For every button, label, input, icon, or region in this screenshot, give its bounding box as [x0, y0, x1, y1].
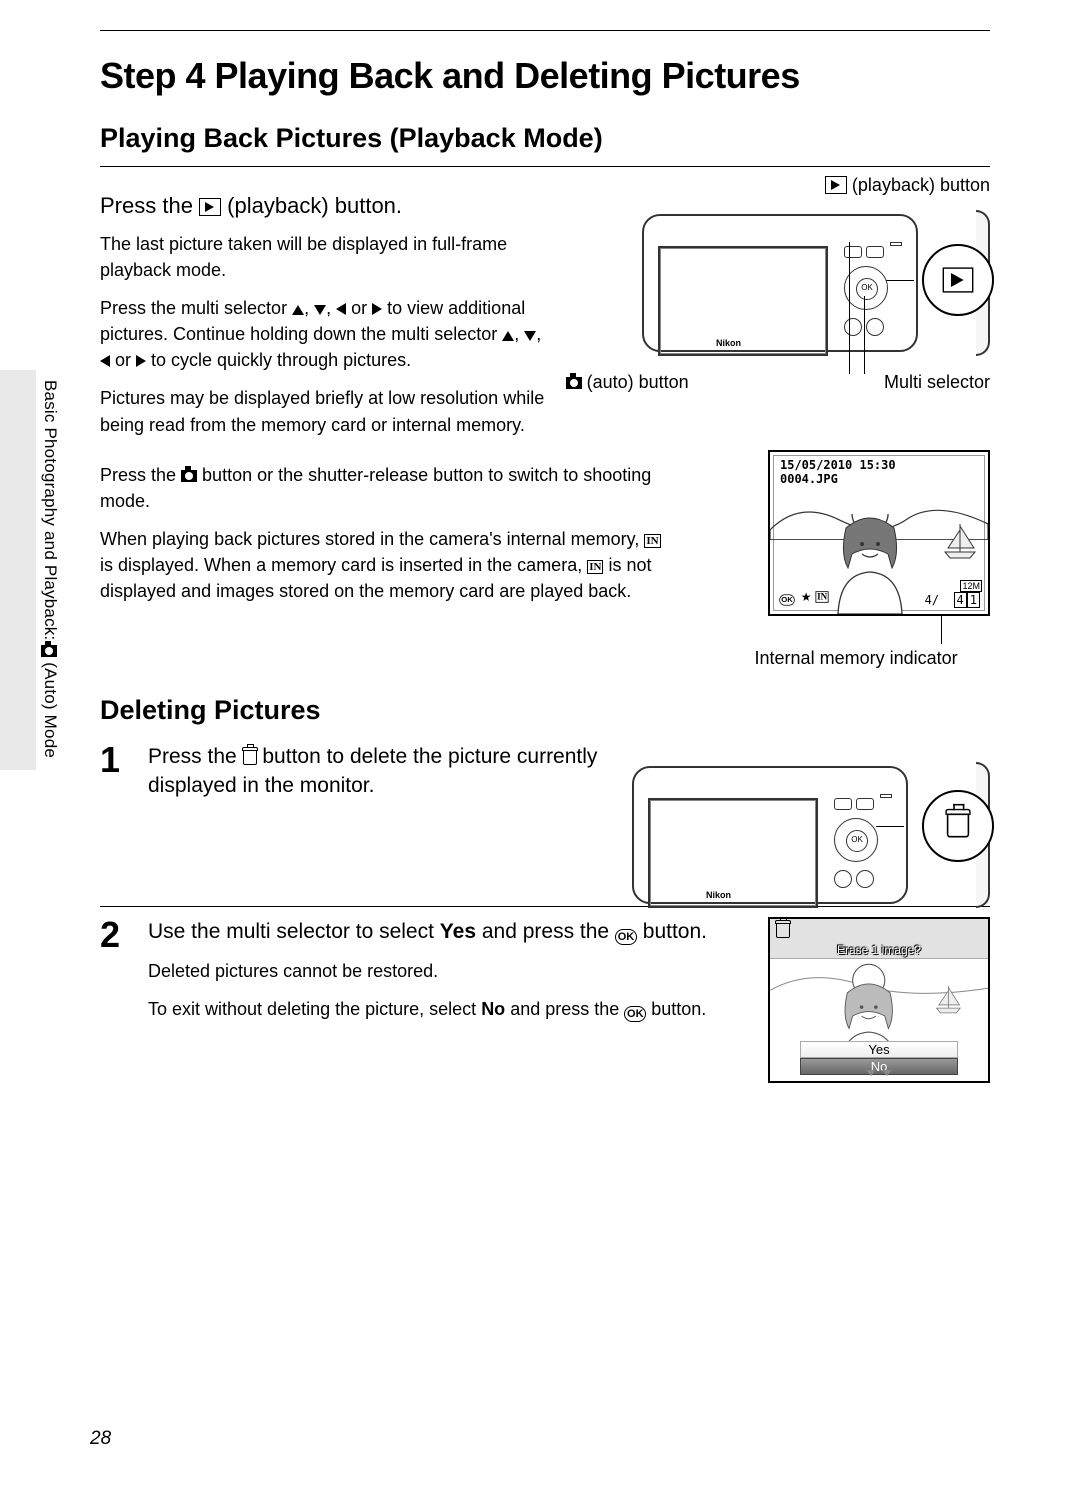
- ok-icon: OK: [615, 929, 637, 945]
- step-title: Step 4 Playing Back and Deleting Picture…: [100, 55, 990, 97]
- section-playback-title: Playing Back Pictures (Playback Mode): [100, 123, 990, 167]
- trash-icon: [947, 814, 969, 838]
- exit-without-delete: To exit without deleting the picture, se…: [148, 996, 732, 1022]
- down-arrow-icon: [524, 331, 536, 341]
- section-deleting-title: Deleting Pictures: [100, 695, 990, 726]
- nikon-logo: Nikon: [706, 890, 731, 900]
- sailboat-illustration: [940, 522, 980, 562]
- camera-dpad: [834, 818, 878, 862]
- erase-option-yes[interactable]: Yes: [800, 1041, 958, 1058]
- delete-step-1-text: Press the button to delete the picture c…: [148, 742, 612, 801]
- page-number: 28: [90, 1428, 111, 1450]
- para-internal-memory: When playing back pictures stored in the…: [100, 526, 675, 604]
- right-arrow-icon: [372, 303, 382, 315]
- playback-icon: [943, 267, 974, 292]
- playback-filename: 0004.JPG: [780, 472, 838, 486]
- nikon-logo: Nikon: [716, 338, 741, 348]
- step-divider: [100, 906, 990, 907]
- camera-btn-bottom-right: [866, 318, 884, 336]
- ok-icon: OK: [779, 594, 794, 605]
- instr1-suffix: (playback) button.: [221, 193, 402, 218]
- sidebar-label-prefix: Basic Photography and Playback:: [41, 380, 60, 645]
- down-arrow-icon: [314, 305, 326, 315]
- press-playback-instruction: Press the (playback) button.: [100, 193, 546, 219]
- camera-dpad: [844, 266, 888, 310]
- para-low-resolution: Pictures may be displayed briefly at low…: [100, 385, 546, 437]
- delete-step-2-text: Use the multi selector to select Yes and…: [148, 917, 732, 1023]
- camera-back-diagram: Nikon: [640, 196, 990, 366]
- camera-btn-top-right: [866, 246, 884, 258]
- playback-screen-example: 15/05/2010 15:30 0004.JPG: [768, 450, 990, 616]
- deleted-cannot-restore: Deleted pictures cannot be restored.: [148, 958, 732, 984]
- multi-selector-callout: Multi selector: [884, 372, 990, 393]
- playback-icon: [199, 198, 221, 216]
- internal-memory-icon: IN: [816, 591, 829, 602]
- step-number-2: 2: [100, 917, 130, 953]
- left-arrow-icon: [336, 303, 346, 315]
- step-number-1: 1: [100, 742, 130, 778]
- camera-btn-bottom-left: [844, 318, 862, 336]
- camera-icon: [181, 470, 197, 482]
- top-rule: [100, 30, 990, 31]
- leader-line: [864, 296, 865, 374]
- playback-bottom-icons: OK ★ IN: [776, 590, 831, 608]
- camera-btn-top-left: [844, 246, 862, 258]
- playback-button-callout: (playback) button: [566, 175, 990, 196]
- erase-confirmation-dialog: Erase 1 image?: [768, 917, 990, 1083]
- leader-line: [886, 280, 914, 281]
- para-last-picture: The last picture taken will be displayed…: [100, 231, 546, 283]
- para-multi-selector-view: Press the multi selector , , or to view …: [100, 295, 546, 373]
- leader-line: [849, 242, 850, 374]
- up-arrow-icon: [292, 305, 304, 315]
- person-illustration: [826, 514, 914, 614]
- erase-options: Yes No: [800, 1041, 958, 1075]
- playback-datetime: 15/05/2010 15:30: [780, 458, 896, 472]
- playback-icon: [825, 176, 847, 194]
- camera-back-diagram-delete: Nikon: [630, 748, 990, 898]
- internal-memory-callout: Internal memory indicator: [755, 648, 990, 669]
- sidebar-tab: [0, 370, 36, 770]
- playback-image-count: 4/ 41: [925, 592, 980, 608]
- trash-icon: [776, 923, 790, 938]
- erase-question-text: Erase 1 image?: [770, 943, 988, 957]
- leader-line: [876, 826, 904, 827]
- para-switch-to-shooting: Press the button or the shutter-release …: [100, 462, 675, 514]
- left-arrow-icon: [100, 355, 110, 367]
- ok-icon: OK: [624, 1006, 646, 1022]
- internal-memory-icon: IN: [587, 560, 603, 574]
- camera-body: Nikon: [642, 214, 918, 352]
- down-arrows-icon: [800, 1069, 958, 1075]
- playback-button-detail: [922, 244, 994, 316]
- up-arrow-icon: [502, 331, 514, 341]
- right-arrow-icon: [136, 355, 146, 367]
- camera-icon: [41, 645, 57, 657]
- auto-button-callout: (auto) button: [566, 372, 689, 393]
- delete-button-detail: [922, 790, 994, 862]
- trash-icon: [243, 750, 257, 765]
- internal-memory-icon: IN: [644, 534, 660, 548]
- playback-resolution-badge: 12M: [960, 580, 982, 592]
- sidebar-label-suffix: (Auto) Mode: [41, 657, 60, 758]
- instr1-prefix: Press the: [100, 193, 199, 218]
- camera-icon: [566, 377, 582, 389]
- sidebar-section-label: Basic Photography and Playback: (Auto) M…: [40, 380, 60, 758]
- leader-line: [941, 616, 942, 644]
